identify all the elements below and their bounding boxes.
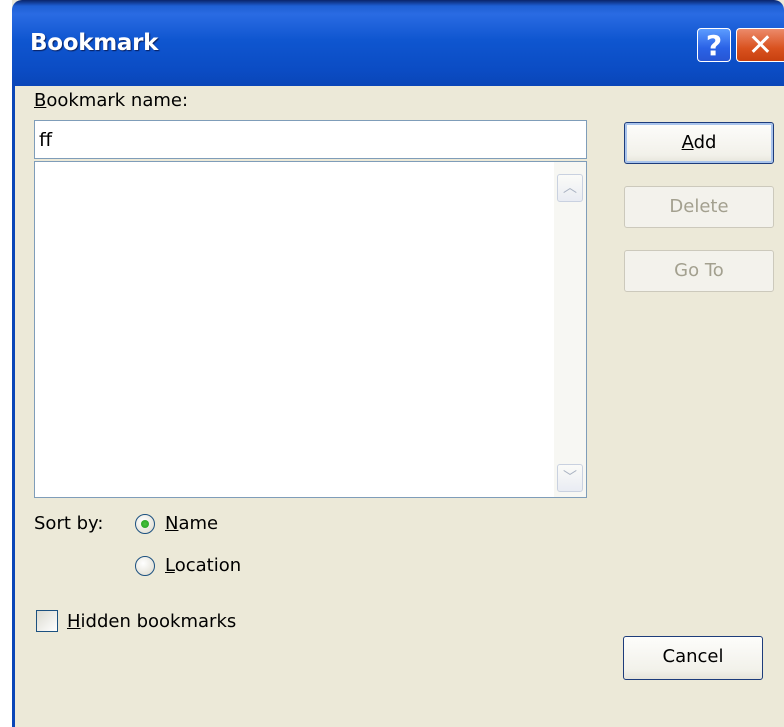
hidden-bookmarks-checkbox[interactable]	[36, 610, 58, 632]
window-frame-edge	[12, 86, 15, 727]
radio-selected-dot	[141, 520, 149, 528]
bookmark-list[interactable]: ︿ ﹀	[34, 161, 587, 498]
dialog-title: Bookmark	[30, 30, 159, 56]
hidden-bookmarks-label[interactable]: Hidden bookmarks	[67, 611, 236, 632]
bookmark-dialog: Bookmark ? ✕ Bookmark name: ff ︿ ﹀ Add D…	[12, 0, 784, 727]
scroll-up-icon[interactable]: ︿	[557, 174, 583, 202]
scroll-down-icon[interactable]: ﹀	[557, 464, 583, 492]
delete-button[interactable]: Delete	[624, 186, 774, 228]
sort-by-label: Sort by:	[34, 513, 104, 534]
close-button[interactable]: ✕	[736, 28, 784, 63]
list-scrollbar[interactable]: ︿ ﹀	[554, 162, 586, 497]
sort-location-label[interactable]: Location	[165, 555, 241, 576]
bookmark-name-label: Bookmark name:	[34, 90, 189, 111]
help-button[interactable]: ?	[697, 28, 731, 62]
add-button[interactable]: Add	[624, 122, 774, 164]
bookmark-name-input[interactable]: ff	[34, 120, 587, 159]
title-bar[interactable]: Bookmark ? ✕	[12, 0, 784, 86]
sort-name-label[interactable]: Name	[165, 513, 218, 534]
sort-name-radio[interactable]	[135, 514, 155, 534]
sort-location-radio[interactable]	[135, 556, 155, 576]
goto-button[interactable]: Go To	[624, 250, 774, 292]
cancel-button[interactable]: Cancel	[623, 636, 763, 680]
